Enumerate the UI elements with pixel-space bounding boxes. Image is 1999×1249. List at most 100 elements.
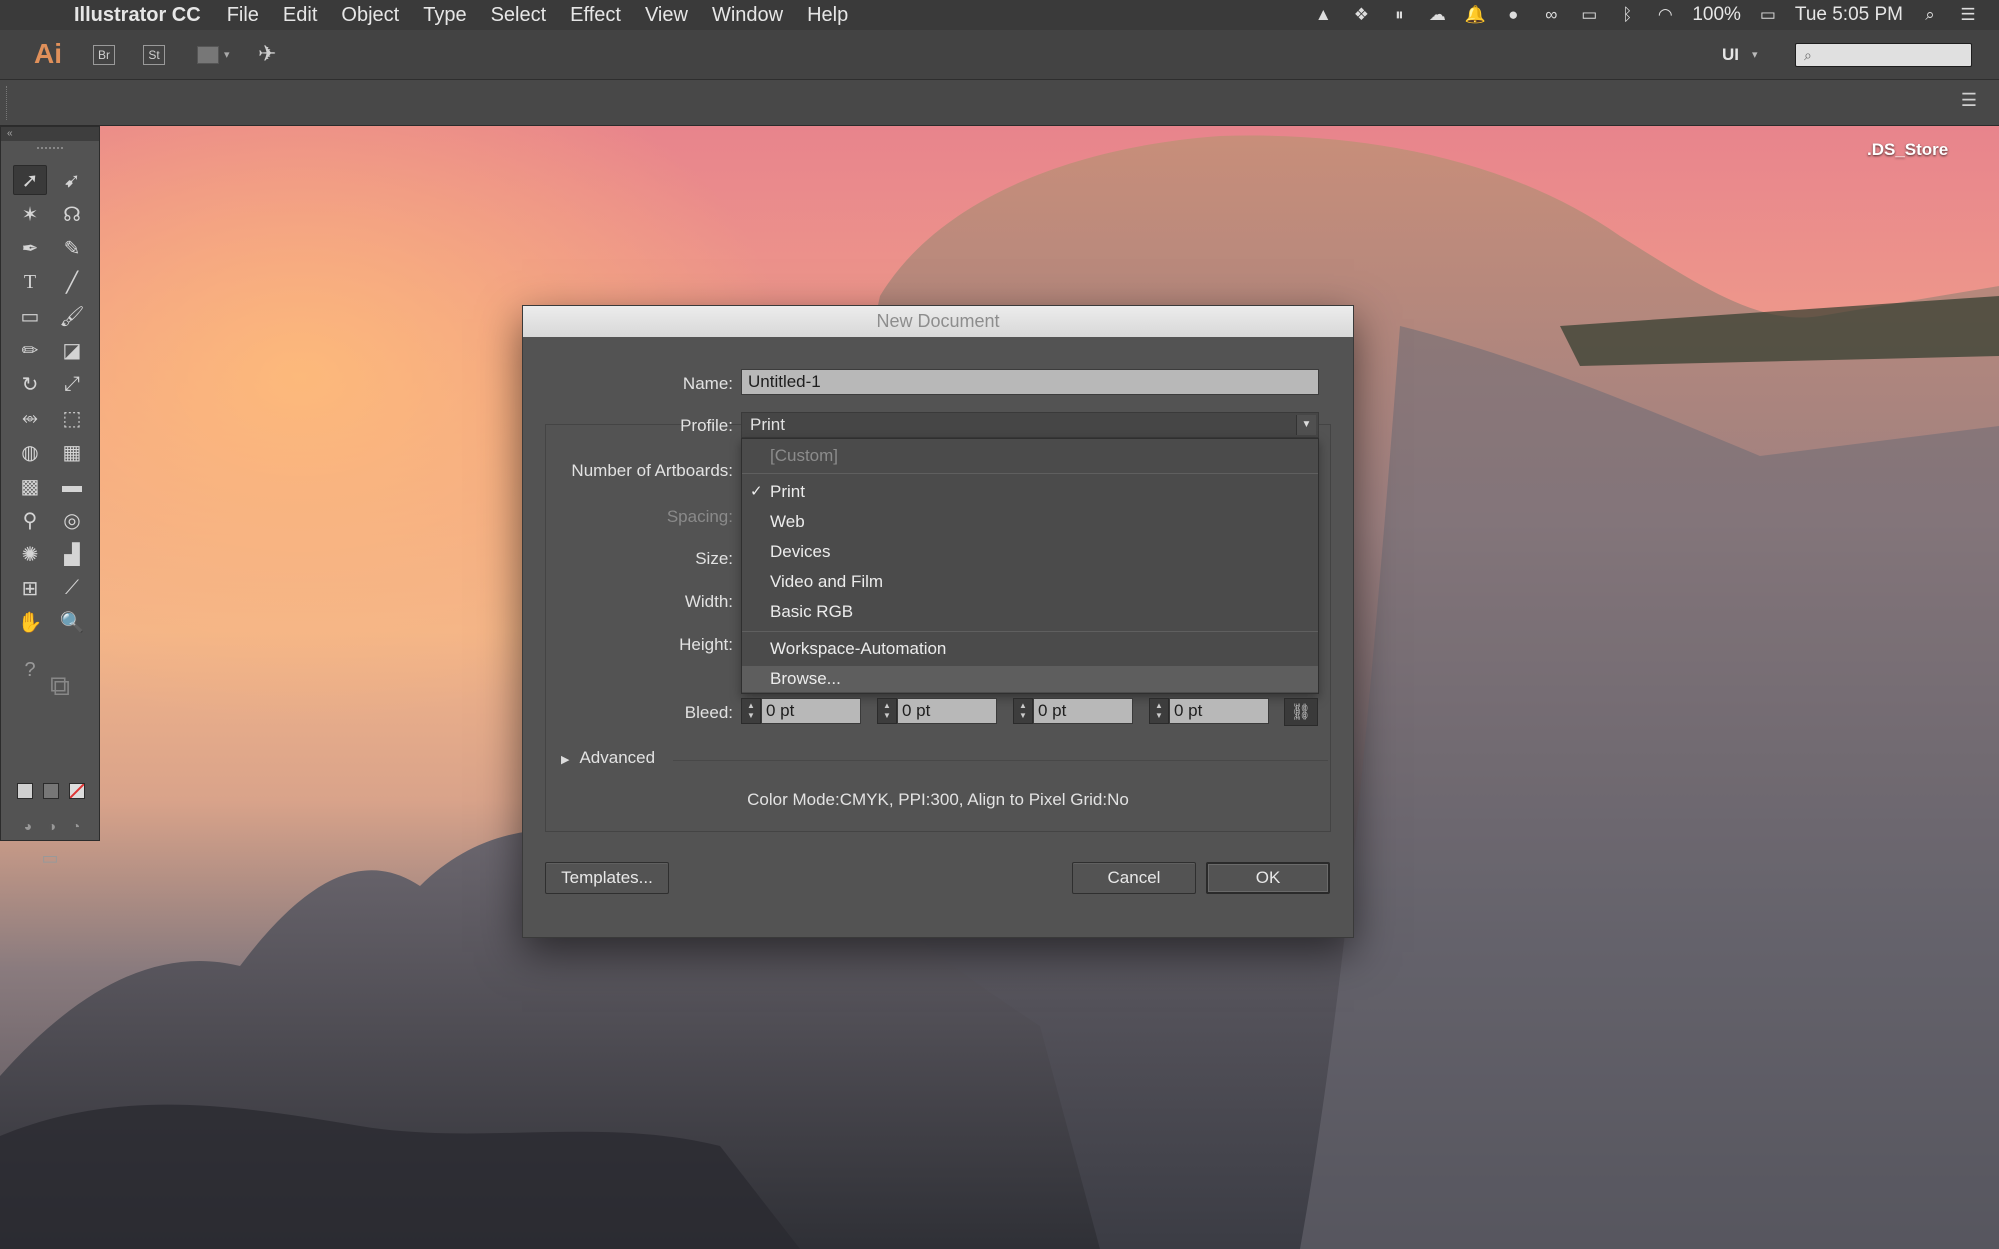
width-tool-icon[interactable]: ⥈ xyxy=(13,403,47,433)
arrange-documents-icon[interactable] xyxy=(197,46,219,64)
airplay-icon[interactable]: ▭ xyxy=(1578,5,1600,25)
fill-stroke-help-icon[interactable]: ? xyxy=(13,655,47,685)
gradient-tool-icon[interactable]: ▬ xyxy=(55,471,89,501)
perspective-grid-tool-icon[interactable]: ▦ xyxy=(55,437,89,467)
profile-option-browse[interactable]: Browse... xyxy=(742,666,1318,692)
clock[interactable]: Tue 5:05 PM xyxy=(1795,4,1903,26)
bleed-right-input[interactable]: 0 pt xyxy=(1169,698,1269,724)
eraser-tool-icon[interactable]: ◪ xyxy=(55,335,89,365)
menu-effect[interactable]: Effect xyxy=(570,4,621,27)
spotlight-search-icon[interactable]: ⌕ xyxy=(1919,5,1941,25)
profile-option-web[interactable]: Web xyxy=(742,509,1318,535)
menu-type[interactable]: Type xyxy=(423,4,466,27)
stepper-icon[interactable]: ▲ ▼ xyxy=(1013,698,1033,724)
cancel-button[interactable]: Cancel xyxy=(1072,862,1196,894)
profile-option-workspace-automation[interactable]: Workspace-Automation xyxy=(742,636,1318,662)
mesh-tool-icon[interactable]: ▩ xyxy=(13,471,47,501)
rotate-tool-icon[interactable]: ↻ xyxy=(13,369,47,399)
spacing-label: Spacing: xyxy=(666,507,733,526)
symbol-sprayer-tool-icon[interactable]: ✺ xyxy=(13,539,47,569)
stepper-icon[interactable]: ▲ ▼ xyxy=(877,698,897,724)
eyedropper-tool-icon[interactable]: ⚲ xyxy=(13,505,47,535)
panel-menu-icon[interactable]: ☰ xyxy=(1961,90,1977,111)
menu-file[interactable]: File xyxy=(227,4,259,27)
pause-circle-icon[interactable]: ⏸ xyxy=(1388,5,1410,25)
hand-tool-icon[interactable]: ✋ xyxy=(13,607,47,637)
menu-object[interactable]: Object xyxy=(341,4,399,27)
battery-icon[interactable]: ▭ xyxy=(1757,5,1779,25)
stepper-icon[interactable]: ▲ ▼ xyxy=(1149,698,1169,724)
blend-tool-icon[interactable]: ◎ xyxy=(55,505,89,535)
line-segment-tool-icon[interactable]: ╱ xyxy=(55,267,89,297)
profile-select[interactable]: Print ▼ xyxy=(741,412,1319,438)
bluetooth-icon[interactable]: ᛒ xyxy=(1616,5,1638,25)
bleed-bottom-input[interactable]: 0 pt xyxy=(897,698,997,724)
profile-option-devices[interactable]: Devices xyxy=(742,539,1318,565)
bleed-top-input[interactable]: 0 pt xyxy=(761,698,861,724)
control-bar-grip[interactable] xyxy=(6,86,9,120)
curvature-tool-icon[interactable]: ✎ xyxy=(55,233,89,263)
menu-help[interactable]: Help xyxy=(807,4,848,27)
notification-bell-icon[interactable]: 🔔 xyxy=(1464,5,1486,25)
workspace-chevron-down-icon[interactable]: ▾ xyxy=(1752,48,1758,61)
screen-mode-icon[interactable]: ▭ xyxy=(33,843,67,873)
pencil-tool-icon[interactable]: ✏ xyxy=(13,335,47,365)
desktop-file-label[interactable]: .DS_Store xyxy=(1867,140,1948,160)
notification-center-icon[interactable]: ☰ xyxy=(1957,5,1979,25)
height-label: Height: xyxy=(679,635,733,654)
zoom-tool-icon[interactable]: 🔍 xyxy=(55,607,89,637)
pin-icon[interactable]: ● xyxy=(1502,5,1524,25)
menu-app-name[interactable]: Illustrator CC xyxy=(74,4,201,27)
google-drive-icon[interactable]: ▲ xyxy=(1312,5,1334,25)
profile-option-basic-rgb[interactable]: Basic RGB xyxy=(742,599,1318,625)
creative-cloud-icon[interactable]: ☁ xyxy=(1426,5,1448,25)
type-tool-icon[interactable]: T xyxy=(13,267,47,297)
artboard-tool-icon[interactable]: ⊞ xyxy=(13,573,47,603)
tools-panel: « ➚ ➹ ✶ ☊ ✒ ✎ T ╱ ▭ 🖌 ✏ ◪ ↻ ⤢ ⥈ ⬚ ◍ ▦ ▩ … xyxy=(0,126,100,868)
link-bleed-icon[interactable]: ⛓ xyxy=(1284,698,1318,726)
ok-button[interactable]: OK xyxy=(1206,862,1330,894)
bleed-left-input[interactable]: 0 pt xyxy=(1033,698,1133,724)
profile-option-print[interactable]: ✓ Print xyxy=(742,479,1318,505)
draw-inside-icon[interactable]: ◔ xyxy=(59,811,93,841)
collapse-panel-icon[interactable]: « xyxy=(1,127,99,141)
wifi-icon[interactable]: ◠ xyxy=(1654,5,1676,25)
bridge-button[interactable]: Br xyxy=(93,45,115,65)
stock-button[interactable]: St xyxy=(143,45,165,65)
slice-tool-icon[interactable]: ⟋ xyxy=(55,573,89,603)
lasso-tool-icon[interactable]: ☊ xyxy=(55,199,89,229)
direct-selection-tool-icon[interactable]: ➹ xyxy=(55,165,89,195)
magic-wand-tool-icon[interactable]: ✶ xyxy=(13,199,47,229)
gradient-swatch-icon[interactable] xyxy=(43,783,59,799)
scale-tool-icon[interactable]: ⤢ xyxy=(55,369,89,399)
templates-button[interactable]: Templates... xyxy=(545,862,669,894)
chevron-down-icon[interactable]: ▼ xyxy=(1296,415,1316,435)
color-swatch-icon[interactable] xyxy=(17,783,33,799)
rectangle-tool-icon[interactable]: ▭ xyxy=(13,301,47,331)
gpu-performance-icon[interactable]: ✈ xyxy=(258,41,276,67)
advanced-label: Advanced xyxy=(579,748,656,767)
profile-option-video-film[interactable]: Video and Film xyxy=(742,569,1318,595)
advanced-toggle[interactable]: ▶ Advanced xyxy=(561,748,655,768)
fill-stroke-swatches-icon[interactable]: ⧉ xyxy=(43,670,77,701)
selection-tool-icon[interactable]: ➚ xyxy=(13,165,47,195)
infinity-icon[interactable]: ∞ xyxy=(1540,5,1562,25)
stepper-icon[interactable]: ▲ ▼ xyxy=(741,698,761,724)
help-search-input[interactable]: ⌕ xyxy=(1795,43,1972,67)
menu-view[interactable]: View xyxy=(645,4,688,27)
document-name-input[interactable]: Untitled-1 xyxy=(741,369,1319,395)
paintbrush-tool-icon[interactable]: 🖌 xyxy=(55,301,89,331)
pen-tool-icon[interactable]: ✒ xyxy=(13,233,47,263)
tools-grip[interactable] xyxy=(37,147,63,151)
dropbox-icon[interactable]: ❖ xyxy=(1350,5,1372,25)
none-swatch-icon[interactable] xyxy=(69,783,85,799)
profile-selected-value: Print xyxy=(750,415,785,434)
menu-select[interactable]: Select xyxy=(491,4,547,27)
workspace-switcher[interactable]: UI xyxy=(1722,45,1739,65)
menu-window[interactable]: Window xyxy=(712,4,783,27)
free-transform-tool-icon[interactable]: ⬚ xyxy=(55,403,89,433)
shape-builder-tool-icon[interactable]: ◍ xyxy=(13,437,47,467)
column-graph-tool-icon[interactable]: ▟ xyxy=(55,539,89,569)
chevron-down-icon[interactable]: ▾ xyxy=(224,48,230,61)
menu-edit[interactable]: Edit xyxy=(283,4,317,27)
